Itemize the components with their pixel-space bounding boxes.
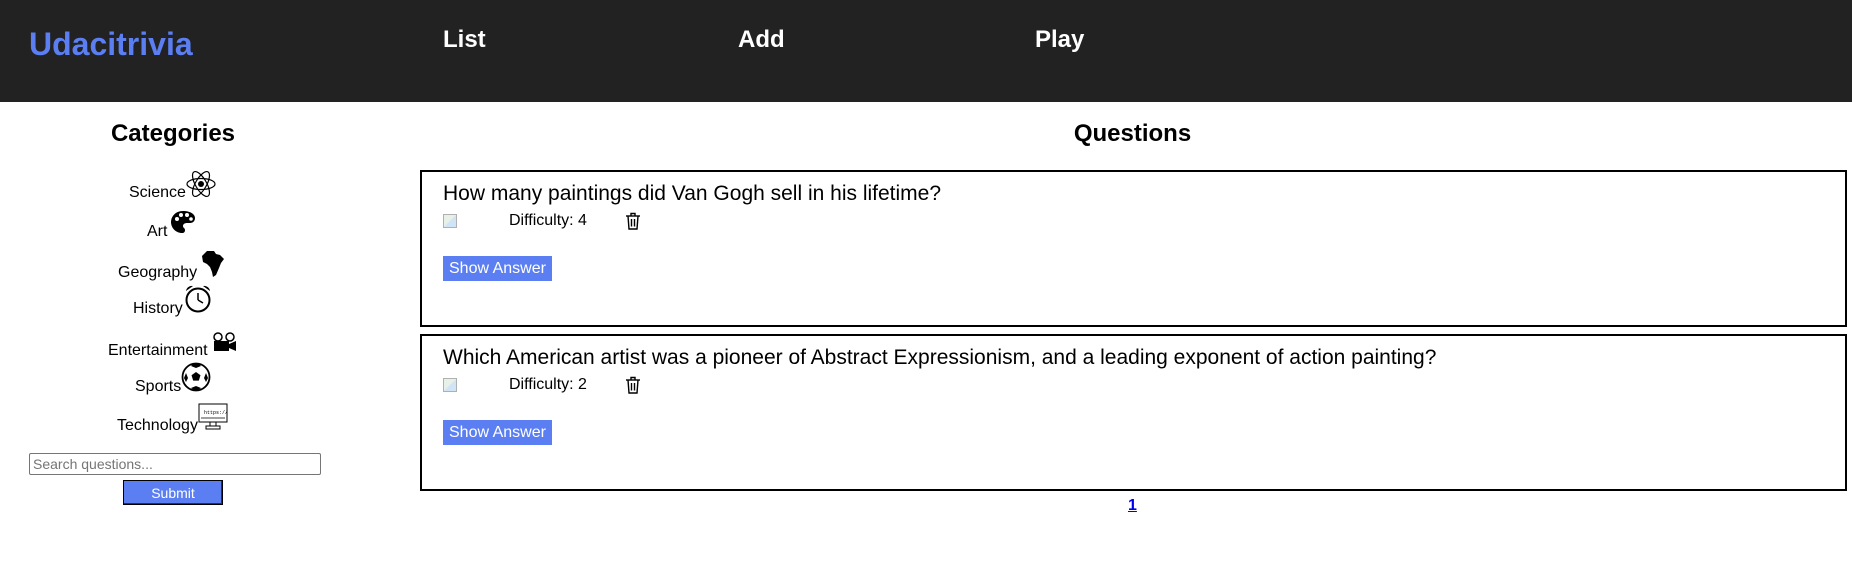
computer-monitor-icon: https:// bbox=[198, 403, 228, 430]
top-navbar: Udacitrivia List Add Play bbox=[0, 0, 1852, 102]
question-text: How many paintings did Van Gogh sell in … bbox=[443, 182, 942, 205]
africa-map-icon bbox=[202, 251, 224, 277]
category-entertainment[interactable]: Entertainment bbox=[0, 326, 346, 360]
search-input[interactable] bbox=[29, 453, 321, 475]
category-image-icon bbox=[443, 378, 457, 392]
alarm-clock-icon bbox=[185, 285, 211, 313]
category-label: History bbox=[133, 300, 183, 317]
category-label: Technology bbox=[117, 417, 198, 434]
category-science[interactable]: Science bbox=[0, 168, 346, 202]
question-text: Which American artist was a pioneer of A… bbox=[443, 346, 1437, 369]
category-label: Entertainment bbox=[108, 342, 208, 359]
brand-logo-link[interactable]: Udacitrivia bbox=[29, 26, 193, 63]
category-sports[interactable]: Sports bbox=[0, 362, 346, 396]
difficulty-label: Difficulty: 2 bbox=[509, 376, 587, 393]
nav-add-link[interactable]: Add bbox=[738, 26, 785, 54]
category-technology[interactable]: Technology https:// bbox=[0, 401, 346, 435]
categories-title: Categories bbox=[110, 120, 236, 147]
delete-trash-icon[interactable] bbox=[625, 376, 641, 394]
category-label: Science bbox=[129, 184, 186, 201]
category-label: Art bbox=[147, 223, 168, 240]
category-geography[interactable]: Geography bbox=[0, 248, 346, 282]
soccer-ball-icon bbox=[181, 362, 211, 392]
atom-icon bbox=[186, 170, 216, 198]
palette-icon bbox=[171, 211, 195, 233]
category-art[interactable]: Art bbox=[0, 207, 346, 241]
film-camera-icon bbox=[213, 332, 236, 351]
question-card: Which American artist was a pioneer of A… bbox=[420, 334, 1847, 491]
submit-button[interactable]: Submit bbox=[123, 480, 223, 505]
difficulty-label: Difficulty: 4 bbox=[509, 212, 587, 229]
questions-title: Questions bbox=[1073, 120, 1192, 147]
nav-list-link[interactable]: List bbox=[443, 26, 486, 54]
category-label: Geography bbox=[118, 264, 198, 281]
svg-text:https://: https:// bbox=[204, 410, 228, 416]
categories-sidebar: Categories Science Art Geography History… bbox=[0, 102, 346, 588]
category-image-icon bbox=[443, 214, 457, 228]
pagination-page-1[interactable]: 1 bbox=[1128, 497, 1137, 515]
show-answer-button[interactable]: Show Answer bbox=[443, 420, 552, 445]
delete-trash-icon[interactable] bbox=[625, 212, 641, 230]
nav-play-link[interactable]: Play bbox=[1035, 26, 1084, 54]
category-history[interactable]: History bbox=[0, 284, 346, 318]
show-answer-button[interactable]: Show Answer bbox=[443, 256, 552, 281]
question-card: How many paintings did Van Gogh sell in … bbox=[420, 170, 1847, 327]
category-label: Sports bbox=[135, 378, 182, 395]
